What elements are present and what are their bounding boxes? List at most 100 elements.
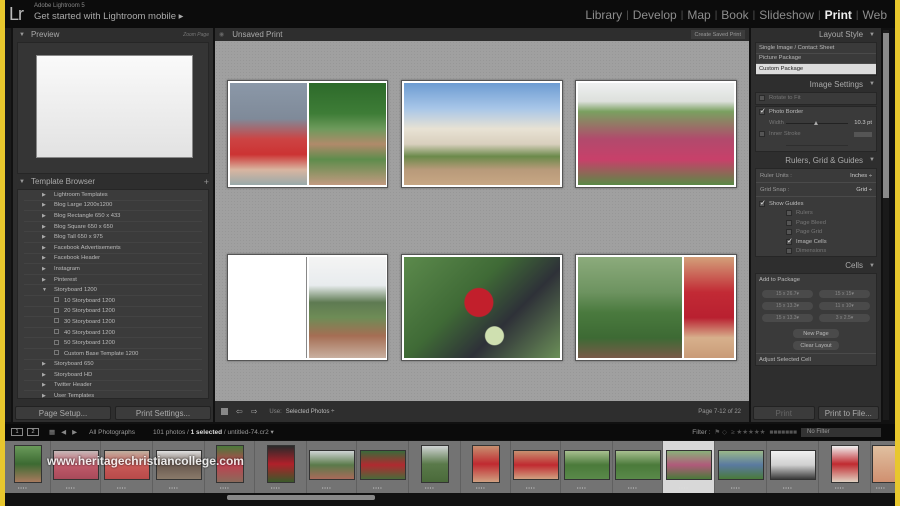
filmstrip-thumbnail[interactable]: •••• — [255, 441, 307, 493]
ruler-units-select[interactable]: Ruler Units : Inches ÷ — [756, 171, 876, 183]
cell-size-button[interactable]: 15 x 15 ▾ — [819, 290, 870, 298]
filmstrip-thumbnail[interactable]: •••• — [767, 441, 819, 493]
border-width-value[interactable]: 10.3 pt — [854, 120, 872, 126]
template-item[interactable]: ▶ Storyboard 650 — [24, 360, 202, 371]
border-width-slider[interactable] — [786, 120, 848, 125]
previous-page-icon[interactable]: ⇦ — [236, 407, 243, 416]
photo-cell-greenhouse[interactable] — [404, 83, 560, 185]
preview-header[interactable]: ▼ Preview Zoom Page — [13, 28, 213, 41]
scrollbar-thumb[interactable] — [883, 33, 889, 198]
guide-checkbox[interactable]: Dimensions — [756, 247, 876, 257]
module-map[interactable]: Map — [683, 8, 714, 22]
rulers-grid-guides-header[interactable]: Rulers, Grid & Guides ▼ — [751, 154, 881, 167]
filmstrip-thumbnail[interactable]: •••• — [307, 441, 357, 493]
print-page[interactable] — [401, 254, 563, 361]
filmstrip-thumbnail[interactable]: •••• — [5, 441, 51, 493]
cell-size-button[interactable]: 11 x 10 ▾ — [819, 302, 870, 310]
template-item[interactable]: 10 Storyboard 1200 — [24, 296, 202, 307]
show-guides-checkbox[interactable]: ✓ Show Guides — [756, 199, 876, 209]
print-canvas[interactable] — [215, 41, 749, 401]
photo-cell-strawberry-box[interactable] — [684, 257, 734, 358]
cells-header[interactable]: Cells ▼ — [751, 259, 881, 272]
filmstrip-thumbnail[interactable]: •••• — [613, 441, 663, 493]
photo-border-checkbox[interactable]: ✓ Photo Border — [756, 107, 876, 118]
module-book[interactable]: Book — [717, 8, 752, 22]
template-item[interactable]: 50 Storyboard 1200 — [24, 338, 202, 349]
rating-filter-stars[interactable]: ≥ ★★★★★ — [731, 428, 766, 436]
layout-single-image[interactable]: Single Image / Contact Sheet — [756, 43, 876, 54]
stroke-width-slider[interactable] — [786, 144, 848, 146]
guide-checkbox[interactable]: Page Bleed — [756, 218, 876, 228]
print-page[interactable] — [575, 80, 737, 188]
template-item[interactable]: 20 Storyboard 1200 — [24, 307, 202, 318]
module-print[interactable]: Print — [821, 8, 856, 22]
module-library[interactable]: Library — [581, 8, 626, 22]
photo-cell-pickers-path[interactable] — [309, 257, 386, 358]
filmstrip-thumbnail[interactable]: •••• — [461, 441, 511, 493]
mobile-promo-link[interactable]: Get started with Lightroom mobile ▸ — [34, 11, 183, 22]
filmstrip-thumbnail[interactable]: •••• — [561, 441, 613, 493]
photo-cell-field-rows[interactable] — [309, 83, 386, 185]
page-setup-button[interactable]: Page Setup... — [15, 406, 111, 420]
template-item[interactable]: ▶ Storyboard HD — [24, 370, 202, 381]
photo-cell-strawberry-closeup[interactable] — [404, 257, 560, 358]
use-selector[interactable]: Selected Photos ÷ — [286, 409, 335, 415]
stop-icon[interactable] — [221, 408, 228, 415]
template-list[interactable]: ▶ Lightroom Templates ▶ Blog Large 1200x120… — [17, 189, 209, 399]
photo-cell-family-picking[interactable] — [578, 257, 682, 358]
primary-screen-button[interactable]: 1 — [11, 428, 23, 436]
template-item[interactable]: ▶ Blog Square 650 x 650 — [24, 222, 202, 233]
layout-style-header[interactable]: Layout Style ▼ — [751, 28, 881, 41]
stroke-color-swatch[interactable] — [854, 131, 872, 137]
template-item[interactable]: ▶ Blog Rectangle 650 x 433 — [24, 211, 202, 222]
filmstrip-thumbnail[interactable]: •••• — [409, 441, 461, 493]
template-item[interactable]: ▶ Twitter Header — [24, 381, 202, 392]
image-settings-header[interactable]: Image Settings ▼ — [751, 78, 881, 91]
template-item[interactable]: ▶ User Templates — [24, 391, 202, 398]
template-item[interactable]: ▶ Pinterest — [24, 275, 202, 286]
photo-cell-strawberries-hands[interactable] — [230, 83, 307, 185]
guide-checkbox[interactable]: Rulers — [756, 209, 876, 219]
print-to-file-button[interactable]: Print to File... — [817, 406, 879, 420]
new-page-button[interactable]: New Page — [793, 329, 839, 338]
template-item[interactable]: 40 Storyboard 1200 — [24, 328, 202, 339]
source-label[interactable]: All Photographs — [89, 429, 135, 436]
cell-size-button[interactable]: 3 x 2.5 ▾ — [819, 314, 870, 322]
template-browser-header[interactable]: ▼ Template Browser + — [13, 175, 213, 188]
filmstrip-thumbnail[interactable]: •••• — [511, 441, 561, 493]
template-item[interactable]: ▶ Facebook Advertisements — [24, 243, 202, 254]
grid-snap-select[interactable]: Grid Snap : Grid ÷ — [756, 185, 876, 197]
filter-preset-select[interactable]: No Filter — [801, 427, 881, 437]
module-web[interactable]: Web — [859, 8, 891, 22]
cell-size-button[interactable]: 15 x 26.7 ▾ — [762, 290, 813, 298]
template-item[interactable]: ▶ Blog Large 1200x1200 — [24, 201, 202, 212]
print-button[interactable]: Print — [753, 406, 815, 420]
template-item[interactable]: ▶ Lightroom Templates — [24, 190, 202, 201]
cell-size-button[interactable]: 15 x 13.3 ▾ — [762, 302, 813, 310]
slider-knob[interactable] — [813, 120, 818, 125]
inner-stroke-checkbox[interactable]: Inner Stroke — [756, 129, 876, 140]
print-page[interactable] — [575, 254, 737, 361]
empty-photo-cell[interactable] — [230, 257, 307, 358]
filmstrip-thumbnail[interactable]: •••• — [819, 441, 871, 493]
print-page[interactable] — [227, 254, 388, 361]
template-item[interactable]: Custom Base Template 1200 — [24, 349, 202, 360]
filmstrip-thumbnail[interactable]: •••• — [715, 441, 767, 493]
photo-cell-clover-field[interactable] — [578, 83, 734, 185]
filmstrip-scrollbar[interactable] — [227, 495, 375, 500]
filmstrip-thumbnail[interactable]: •••• — [871, 441, 895, 493]
next-page-icon[interactable]: ⇨ — [251, 407, 258, 416]
template-item[interactable]: ▼ Storyboard 1200 — [24, 285, 202, 296]
add-template-icon[interactable]: + — [204, 177, 209, 187]
layout-custom-package[interactable]: Custom Package — [756, 64, 876, 75]
rotate-to-fit-checkbox[interactable]: Rotate to Fit — [756, 93, 876, 104]
guide-checkbox[interactable]: ✓ Image Cells — [756, 237, 876, 247]
back-arrow-icon[interactable]: ◀ — [61, 428, 66, 436]
template-item[interactable]: ▶ Instagram — [24, 264, 202, 275]
photo-count[interactable]: 101 photos / 1 selected / untitled-74.cr… — [153, 428, 274, 436]
guide-checkbox[interactable]: Page Grid — [756, 228, 876, 238]
template-item[interactable]: ▶ Facebook Header — [24, 254, 202, 265]
clear-layout-button[interactable]: Clear Layout — [793, 341, 839, 350]
cell-size-button[interactable]: 15 x 13.3 ▾ — [762, 314, 813, 322]
flag-filter-icons[interactable]: ⚑ ◇ — [714, 428, 727, 436]
